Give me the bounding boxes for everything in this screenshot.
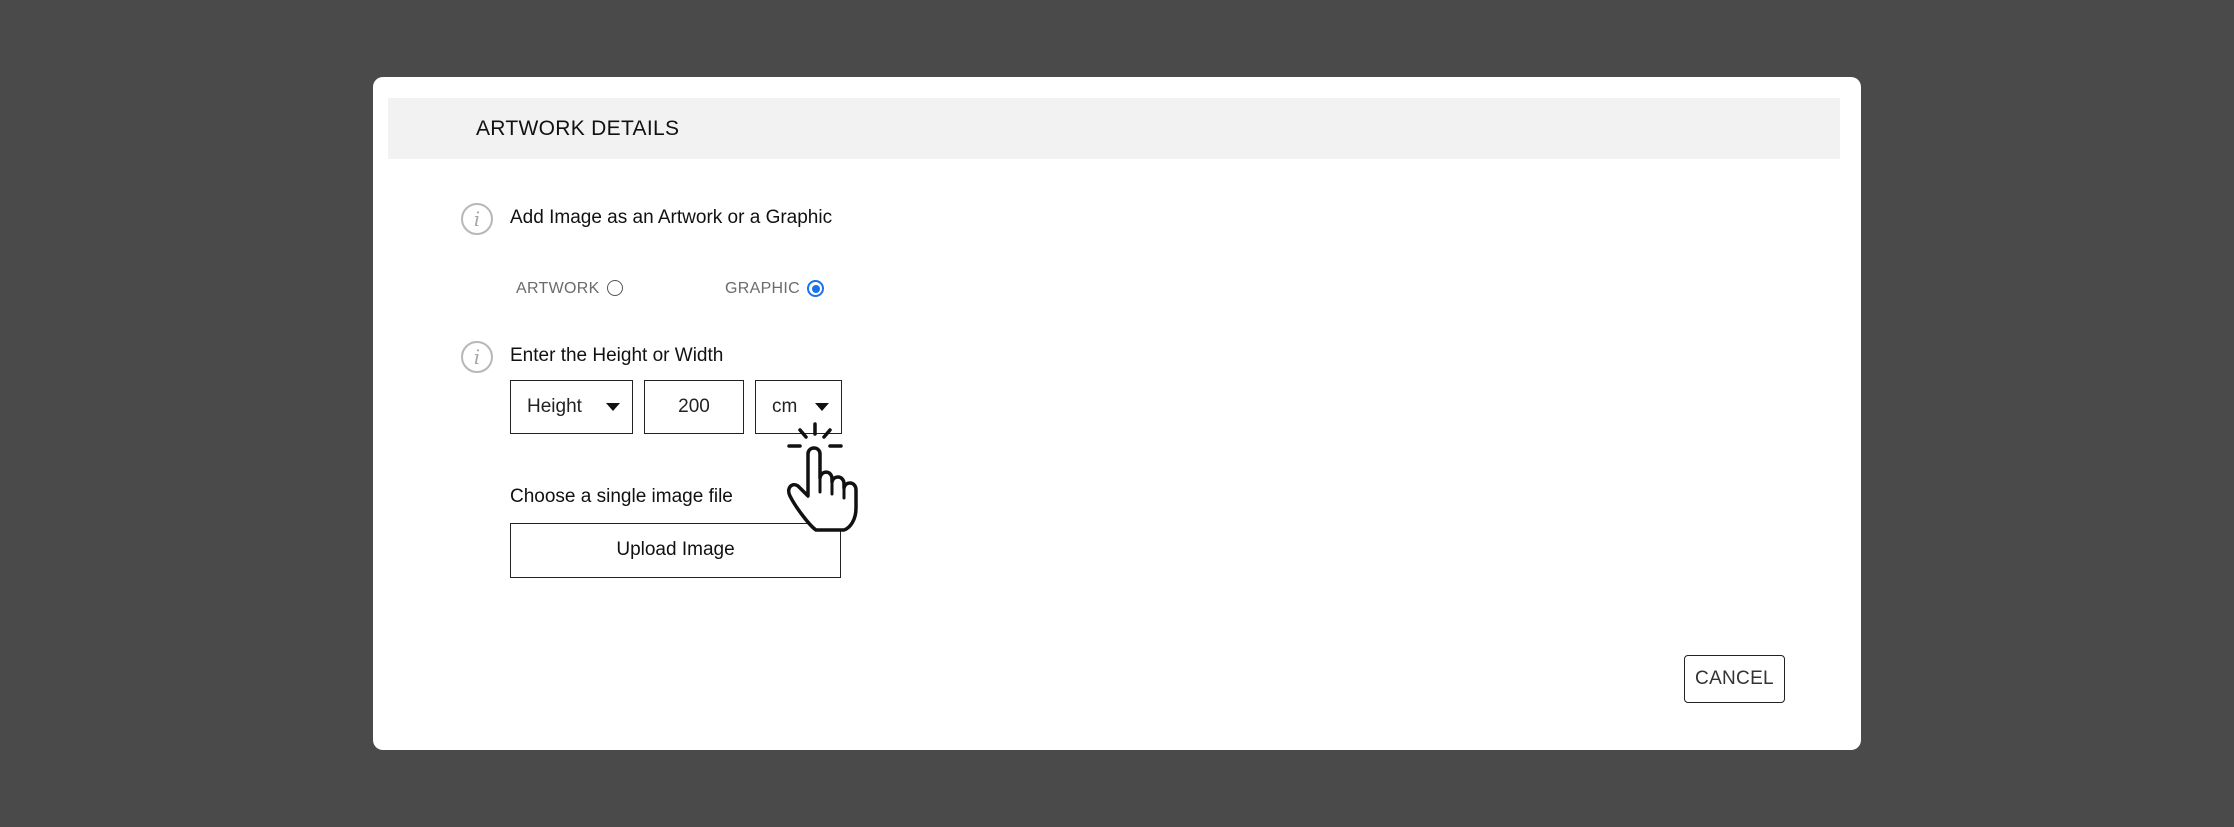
dialog-header: ARTWORK DETAILS [388,98,1840,159]
dimension-value-input-wrapper [644,380,744,434]
chevron-down-icon [815,403,829,411]
file-label: Choose a single image file [510,486,733,507]
artwork-radio[interactable] [607,280,623,296]
dimension-select-value: Height [527,396,582,417]
cancel-button[interactable]: CANCEL [1684,655,1785,703]
info-icon[interactable]: i [461,203,493,235]
dialog-title: ARTWORK DETAILS [476,117,680,140]
info-icon[interactable]: i [461,341,493,373]
artwork-radio-label: ARTWORK [516,280,600,297]
dimensions-label: Enter the Height or Width [510,345,724,366]
pointing-hand-click-icon [786,422,858,532]
graphic-radio[interactable] [807,280,824,297]
graphic-radio-label: GRAPHIC [725,280,800,297]
dimension-select[interactable]: Height [510,380,633,434]
chevron-down-icon [606,403,620,411]
dimension-value-input[interactable] [645,381,743,433]
image-type-label: Add Image as an Artwork or a Graphic [510,207,833,228]
